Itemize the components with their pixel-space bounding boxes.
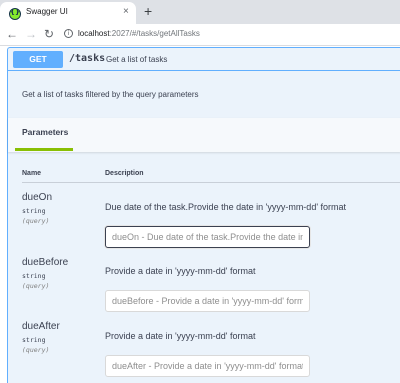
tab-title: Swagger UI bbox=[26, 7, 68, 16]
operation-summary-bar[interactable]: GET /tasks Get a list of tasks bbox=[8, 48, 400, 71]
param-description: Due date of the task.Provide the date in… bbox=[105, 202, 347, 212]
param-name-duebefore: dueBefore bbox=[22, 257, 69, 268]
address-bar[interactable]: localhost:2027/#/tasks/getAllTasks bbox=[78, 29, 200, 38]
info-icon[interactable]: i bbox=[64, 29, 73, 38]
param-name-dueon: dueOn bbox=[22, 192, 53, 203]
browser-tabstrip: Swagger UI × + bbox=[0, 0, 400, 24]
url-path: :2027/#/tasks/getAllTasks bbox=[109, 29, 200, 38]
operation-path: /tasks bbox=[69, 53, 106, 64]
browser-toolbar: ← → ↻ i localhost:2027/#/tasks/getAllTas… bbox=[0, 24, 400, 46]
column-header-description: Description bbox=[105, 170, 144, 177]
operation-summary: Get a list of tasks bbox=[106, 55, 168, 64]
param-location: (query) bbox=[22, 217, 50, 225]
tab-parameters[interactable]: Parameters bbox=[22, 127, 68, 137]
plus-icon[interactable]: + bbox=[144, 4, 152, 18]
close-icon[interactable]: × bbox=[123, 6, 129, 17]
param-location: (query) bbox=[22, 346, 50, 354]
browser-tab[interactable]: Swagger UI × bbox=[0, 2, 136, 24]
forward-arrow-icon[interactable]: → bbox=[25, 27, 37, 41]
duebefore-input[interactable] bbox=[105, 290, 310, 312]
param-name-dueafter: dueAfter bbox=[22, 321, 60, 332]
swagger-favicon-icon bbox=[9, 8, 21, 20]
reload-icon[interactable]: ↻ bbox=[44, 27, 54, 41]
param-location: (query) bbox=[22, 282, 50, 290]
operation-description: Get a list of tasks filtered by the quer… bbox=[22, 90, 199, 99]
tab-active-underline bbox=[15, 148, 73, 151]
param-type: string bbox=[22, 207, 46, 215]
operation-block: GET /tasks Get a list of tasks Get a lis… bbox=[7, 47, 400, 383]
param-description: Provide a date in 'yyyy-mm-dd' format bbox=[105, 266, 256, 276]
column-header-name: Name bbox=[22, 170, 42, 177]
url-host: localhost bbox=[78, 29, 110, 38]
param-description: Provide a date in 'yyyy-mm-dd' format bbox=[105, 331, 256, 341]
dueon-input[interactable] bbox=[105, 226, 310, 248]
header-divider bbox=[22, 182, 400, 183]
swagger-content: GET /tasks Get a list of tasks Get a lis… bbox=[0, 46, 400, 383]
method-badge: GET bbox=[13, 51, 63, 68]
param-type: string bbox=[22, 272, 46, 280]
parameters-section-header: Parameters bbox=[8, 118, 400, 152]
param-type: string bbox=[22, 336, 46, 344]
dueafter-input[interactable] bbox=[105, 355, 310, 377]
back-arrow-icon[interactable]: ← bbox=[6, 27, 18, 41]
